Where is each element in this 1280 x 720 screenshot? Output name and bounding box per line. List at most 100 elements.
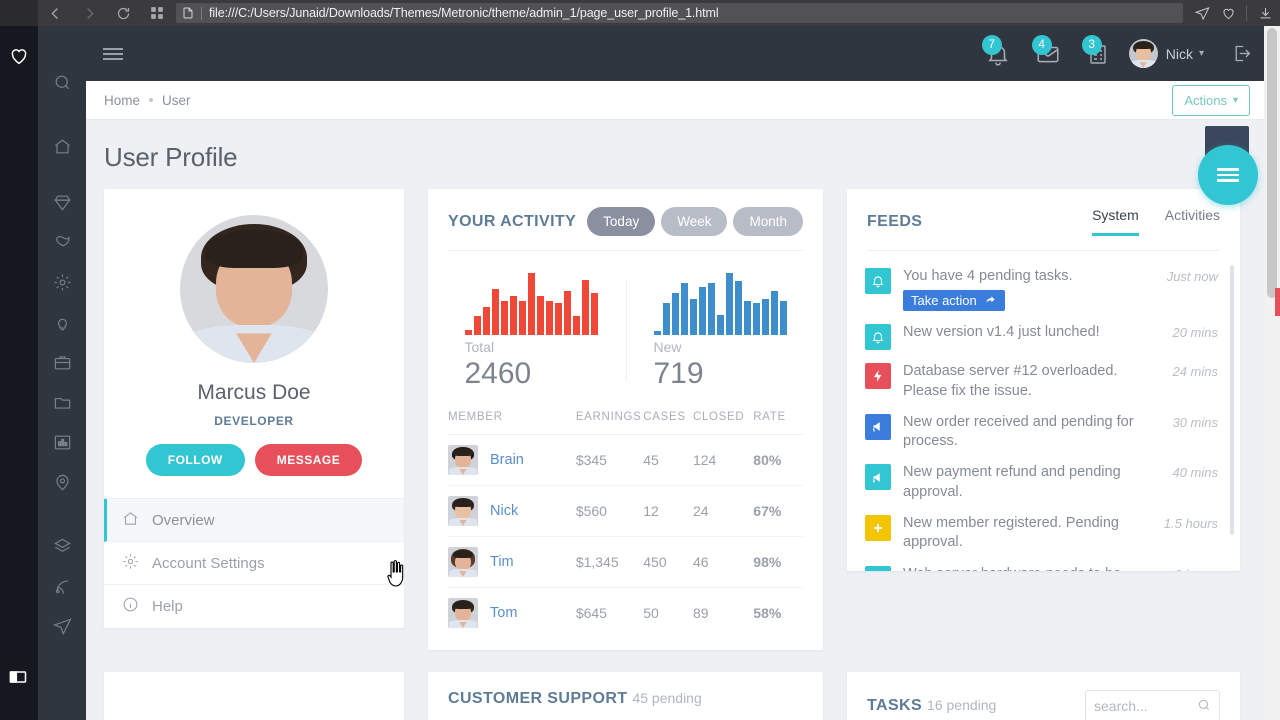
feed-item[interactable]: New order received and pending for proce… xyxy=(847,407,1240,458)
feeds-list[interactable]: You have 4 pending tasks. Take action Just… xyxy=(847,251,1240,571)
page-scrollbar[interactable] xyxy=(1264,26,1280,720)
profile-nav-label: Help xyxy=(152,598,183,615)
plus-icon xyxy=(865,514,891,541)
profile-nav-account-settings[interactable]: Account Settings xyxy=(104,542,404,585)
follow-button[interactable]: FOLLOW xyxy=(145,444,245,476)
total-sparkline xyxy=(464,273,598,335)
member-closed: 46 xyxy=(692,536,754,588)
user-menu-label: Nick xyxy=(1165,45,1193,62)
sidebar-item-layers[interactable] xyxy=(38,526,86,566)
sidebar-item-send[interactable] xyxy=(38,606,86,646)
sidebar-item-diamond[interactable] xyxy=(38,182,86,222)
sparkline-bar xyxy=(473,315,481,335)
feeds-scrollbar[interactable] xyxy=(1230,265,1234,535)
sidebar-item-badge[interactable] xyxy=(38,222,86,262)
heart-icon[interactable] xyxy=(8,45,30,67)
sparkline-bar xyxy=(581,280,589,335)
feed-item[interactable]: You have 4 pending tasks. Take action Just… xyxy=(847,261,1240,317)
address-url: file:///C:/Users/Junaid/Downloads/Themes… xyxy=(209,6,719,20)
inbox-button[interactable]: 4 xyxy=(1023,26,1073,81)
sidebar-item-bulb[interactable] xyxy=(38,302,86,342)
sidebar-item-charts[interactable] xyxy=(38,422,86,462)
toggle-panel-icon[interactable] xyxy=(8,667,30,689)
feeds-card: FEEDS System Activities You have 4 pendi… xyxy=(847,189,1240,571)
member-name[interactable]: Brain xyxy=(490,452,524,468)
sidebar-item-settings[interactable] xyxy=(38,262,86,302)
range-month-button[interactable]: Month xyxy=(733,207,803,236)
mouse-cursor xyxy=(384,560,406,588)
notifications-button[interactable]: 7 xyxy=(973,26,1023,81)
member-rate: 80% xyxy=(753,434,803,486)
tasks-button[interactable]: 3 xyxy=(1073,26,1123,81)
customer-support-card: CUSTOMER SUPPORT 45 pending xyxy=(428,672,823,720)
avatar xyxy=(448,496,478,526)
sidebar-toggle-button[interactable] xyxy=(86,26,140,81)
customer-support-title: CUSTOMER SUPPORT 45 pending xyxy=(448,690,702,707)
table-row[interactable]: Nick $560 12 24 67% xyxy=(448,485,803,537)
feed-item[interactable]: New member registered. Pending approval.… xyxy=(847,508,1240,559)
member-earnings: $645 xyxy=(575,605,607,621)
customer-support-subtitle: 45 pending xyxy=(632,690,702,706)
avatar xyxy=(448,547,478,577)
feed-item[interactable]: New payment refund and pending approval.… xyxy=(847,457,1240,508)
user-menu[interactable]: Nick ▾ xyxy=(1123,26,1218,81)
feeds-title: FEEDS xyxy=(867,212,923,230)
heart-icon[interactable] xyxy=(1215,0,1241,26)
range-week-button[interactable]: Week xyxy=(661,207,728,236)
message-button[interactable]: MESSAGE xyxy=(254,444,363,476)
sidebar-item-location[interactable] xyxy=(38,462,86,502)
profile-nav-overview[interactable]: Overview xyxy=(104,499,404,542)
tab-activities[interactable]: Activities xyxy=(1165,207,1220,236)
feed-text: New order received and pending for proce… xyxy=(903,413,1134,450)
sidebar-item-briefcase[interactable] xyxy=(38,342,86,382)
table-row[interactable]: Tom $645 50 89 58% xyxy=(448,588,803,639)
chevron-down-icon: ▾ xyxy=(1198,48,1204,59)
sidebar-item-rss[interactable] xyxy=(38,566,86,606)
member-name[interactable]: Tim xyxy=(490,554,514,570)
feeds-tabs: System Activities xyxy=(1092,207,1220,236)
breadcrumb-separator xyxy=(149,98,154,102)
feed-text: You have 4 pending tasks. xyxy=(903,268,1073,284)
tasks-search-input[interactable]: search... xyxy=(1085,690,1220,720)
table-row[interactable]: Tim $1,345 450 46 98% xyxy=(448,536,803,588)
feed-time: 24 mins xyxy=(1172,364,1218,380)
member-name[interactable]: Nick xyxy=(490,503,518,519)
gear-icon xyxy=(122,553,139,574)
feed-item[interactable]: Database server #12 overloaded. Please f… xyxy=(847,356,1240,407)
avatar xyxy=(1128,39,1158,68)
take-action-button[interactable]: Take action xyxy=(903,290,1005,312)
search-icon xyxy=(1197,698,1211,715)
actions-button[interactable]: Actions ▾ xyxy=(1172,84,1250,116)
sparkline-bar xyxy=(743,301,751,335)
reload-button[interactable] xyxy=(106,0,140,26)
quick-sidebar-toggle[interactable] xyxy=(1198,145,1258,205)
forward-button[interactable] xyxy=(72,0,106,26)
breadcrumb-item-home[interactable]: Home xyxy=(104,93,140,108)
feed-item[interactable]: New version v1.4 just lunched! 20 mins xyxy=(847,317,1240,356)
tab-grid-button[interactable] xyxy=(140,0,174,26)
sidebar-item-home[interactable] xyxy=(38,126,86,166)
tab-system[interactable]: System xyxy=(1092,207,1139,236)
members-table-body: Brain $345 45 124 80% Nick $560 12 24 67% Tim $1,34… xyxy=(448,434,803,639)
logout-button[interactable] xyxy=(1218,26,1264,81)
sparkline-bar xyxy=(572,315,580,335)
back-button[interactable] xyxy=(38,0,72,26)
range-today-button[interactable]: Today xyxy=(587,207,656,236)
sparkline-bar xyxy=(725,273,733,335)
breadcrumb-item-user[interactable]: User xyxy=(162,93,191,108)
profile-avatar xyxy=(180,215,328,363)
scrollbar-thumb[interactable] xyxy=(1267,28,1277,298)
address-bar[interactable]: file:///C:/Users/Junaid/Downloads/Themes… xyxy=(176,3,1183,23)
member-rate: 67% xyxy=(753,485,803,537)
download-icon[interactable] xyxy=(1252,0,1278,26)
table-row[interactable]: Brain $345 45 124 80% xyxy=(448,434,803,486)
sparkline-bar xyxy=(761,299,769,335)
share-icon[interactable] xyxy=(1189,0,1215,26)
logout-icon xyxy=(1235,45,1250,62)
feed-text: New version v1.4 just lunched! xyxy=(903,324,1100,341)
member-name[interactable]: Tom xyxy=(490,605,517,621)
feed-item[interactable]: Web server hardware needs to be 2 hours xyxy=(847,559,1240,571)
sidebar-item-folder[interactable] xyxy=(38,382,86,422)
sidebar-item-search[interactable] xyxy=(38,62,86,102)
profile-nav-help[interactable]: Help xyxy=(104,585,404,628)
